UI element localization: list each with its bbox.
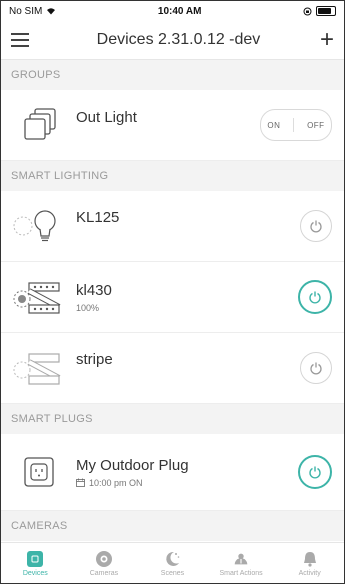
- section-smart-lighting: SMART LIGHTING: [1, 161, 344, 191]
- status-left: No SIM: [9, 6, 56, 17]
- add-device-button[interactable]: +: [320, 28, 334, 52]
- bell-icon: [301, 550, 319, 568]
- device-text: My Outdoor Plug 10:00 pm ON: [76, 457, 298, 488]
- group-name: Out Light: [76, 108, 137, 126]
- hamburger-menu-icon[interactable]: [11, 27, 37, 53]
- app-frame: No SIM 10:40 AM Devices 2.31.0.12 -dev +…: [0, 0, 345, 584]
- plug-icon: [1, 437, 76, 507]
- group-row-out-light[interactable]: Out Light ON OFF: [1, 90, 344, 161]
- power-icon: [310, 220, 322, 233]
- device-name: kl430: [76, 281, 112, 299]
- device-name: My Outdoor Plug: [76, 456, 189, 474]
- tab-scenes[interactable]: Scenes: [142, 550, 202, 577]
- toggle-divider: [293, 118, 295, 132]
- status-time: 10:40 AM: [157, 5, 202, 17]
- smart-actions-icon: [232, 550, 250, 568]
- section-smart-plugs: SMART PLUGS: [1, 404, 344, 434]
- power-icon: [309, 291, 321, 304]
- device-row-kl125[interactable]: KL125: [1, 191, 344, 262]
- power-button-on[interactable]: [298, 280, 332, 314]
- group-icon: [1, 90, 76, 160]
- power-icon: [310, 362, 322, 375]
- scenes-icon: [163, 550, 181, 568]
- tab-devices[interactable]: Devices: [5, 550, 65, 577]
- device-row-stripe[interactable]: stripe: [1, 333, 344, 404]
- section-cameras: CAMERAS: [1, 511, 344, 541]
- power-button-off[interactable]: [300, 210, 332, 242]
- device-name: stripe: [76, 350, 113, 368]
- carrier-label: No SIM: [9, 5, 43, 17]
- power-icon: [309, 466, 321, 479]
- device-text: KL125: [76, 209, 300, 226]
- page-title: Devices 2.31.0.12 -dev: [96, 31, 261, 48]
- device-row-outdoor-plug[interactable]: My Outdoor Plug 10:00 pm ON: [1, 434, 344, 511]
- brightness-level: 100%: [76, 302, 100, 313]
- light-strip-icon: [1, 333, 76, 403]
- device-name: KL125: [76, 208, 120, 226]
- orientation-lock-icon: [303, 7, 312, 15]
- calendar-icon: [76, 478, 85, 487]
- status-right: [303, 6, 336, 16]
- group-on-off-toggle[interactable]: ON OFF: [260, 109, 332, 141]
- toggle-on-label[interactable]: ON: [267, 121, 280, 130]
- tab-activity[interactable]: Activity: [280, 550, 340, 577]
- group-text: Out Light: [76, 109, 260, 126]
- status-bar: No SIM 10:40 AM: [1, 1, 344, 21]
- device-row-kl430[interactable]: kl430 100%: [1, 262, 344, 333]
- light-strip-icon: [1, 262, 76, 332]
- devices-icon: [26, 550, 44, 568]
- tab-smart-actions[interactable]: Smart Actions: [211, 550, 271, 577]
- tab-label: Activity: [298, 569, 321, 577]
- bottom-tab-bar: Devices Cameras Scenes Smart Actions Act…: [1, 542, 344, 583]
- wifi-icon: [47, 8, 56, 15]
- power-button-on[interactable]: [298, 455, 332, 489]
- section-groups: GROUPS: [1, 60, 344, 90]
- tab-label: Cameras: [89, 569, 119, 577]
- tab-label: Devices: [22, 569, 48, 577]
- tab-label: Smart Actions: [219, 569, 263, 577]
- schedule-text: 10:00 pm ON: [89, 477, 143, 488]
- power-button-off[interactable]: [300, 352, 332, 384]
- battery-icon: [315, 6, 336, 16]
- app-header: Devices 2.31.0.12 -dev +: [1, 21, 344, 60]
- schedule-info: 10:00 pm ON: [76, 478, 298, 488]
- device-text: kl430 100%: [76, 282, 298, 313]
- camera-icon: [95, 550, 113, 568]
- tab-cameras[interactable]: Cameras: [74, 550, 134, 577]
- toggle-off-label[interactable]: OFF: [307, 121, 325, 130]
- device-text: stripe: [76, 351, 300, 368]
- tab-label: Scenes: [160, 569, 185, 577]
- bulb-icon: [1, 191, 76, 261]
